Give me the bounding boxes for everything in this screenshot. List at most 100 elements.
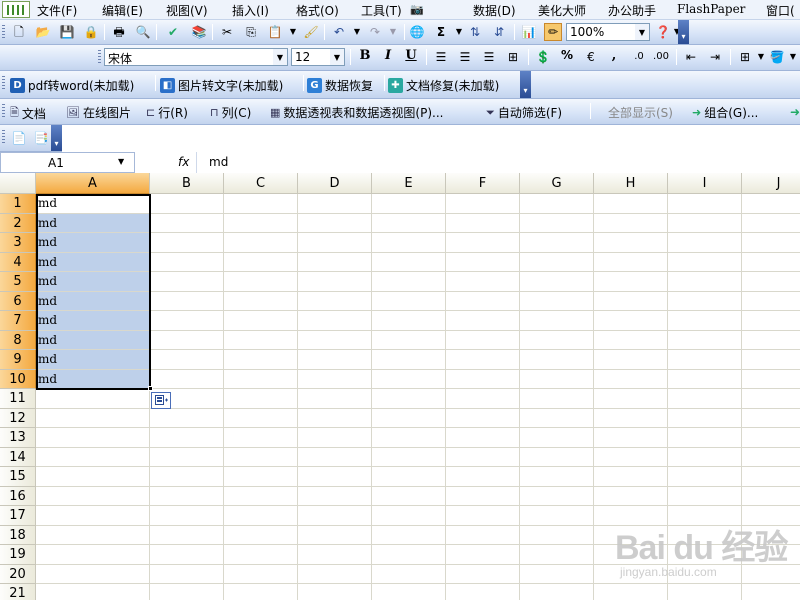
cell-c9[interactable]: [224, 350, 298, 370]
menu-data[interactable]: 数据(D): [473, 2, 516, 19]
toolbar-grip[interactable]: [2, 76, 5, 91]
pdf-settings-icon[interactable]: 📑: [32, 129, 50, 147]
cell-f19[interactable]: [446, 545, 520, 565]
redo-icon[interactable]: ↷: [366, 23, 384, 41]
menu-flashpaper[interactable]: FlashPaper: [677, 2, 745, 16]
row-header[interactable]: 11: [0, 389, 36, 409]
row-header[interactable]: 16: [0, 486, 36, 506]
open-icon[interactable]: 📂: [34, 23, 52, 41]
column-header-e[interactable]: E: [372, 173, 446, 194]
cell-i2[interactable]: [668, 213, 742, 233]
pdf-export-icon[interactable]: 📄: [10, 129, 28, 147]
cell-d7[interactable]: [298, 311, 372, 331]
cell-b5[interactable]: [150, 272, 224, 292]
cell-c6[interactable]: [224, 291, 298, 311]
cell-h10[interactable]: [594, 369, 668, 389]
cell-h2[interactable]: [594, 213, 668, 233]
cell-f20[interactable]: [446, 564, 520, 584]
cell-d1[interactable]: [298, 194, 372, 214]
font-name-combo[interactable]: 宋体 ▼: [104, 48, 288, 66]
cell-h8[interactable]: [594, 330, 668, 350]
cell-g21[interactable]: [520, 584, 594, 600]
cell-i6[interactable]: [668, 291, 742, 311]
cell-j11[interactable]: [742, 389, 800, 409]
cell-c20[interactable]: [224, 564, 298, 584]
cell-e12[interactable]: [372, 408, 446, 428]
cell-f18[interactable]: [446, 525, 520, 545]
cell-i1[interactable]: [668, 194, 742, 214]
row-header[interactable]: 8: [0, 330, 36, 350]
menu-view[interactable]: 视图(V): [166, 2, 208, 19]
cell-b8[interactable]: [150, 330, 224, 350]
row-header[interactable]: 13: [0, 428, 36, 448]
cell-a4[interactable]: md: [36, 252, 150, 272]
cell-h1[interactable]: [594, 194, 668, 214]
cell-f12[interactable]: [446, 408, 520, 428]
cell-h6[interactable]: [594, 291, 668, 311]
cell-a6[interactable]: md: [36, 291, 150, 311]
cell-h4[interactable]: [594, 252, 668, 272]
cell-b20[interactable]: [150, 564, 224, 584]
cell-e11[interactable]: [372, 389, 446, 409]
cell-g8[interactable]: [520, 330, 594, 350]
undo-icon[interactable]: ↶: [330, 23, 348, 41]
cell-i13[interactable]: [668, 428, 742, 448]
menu-file[interactable]: 文件(F): [37, 2, 77, 19]
cell-f4[interactable]: [446, 252, 520, 272]
cell-f21[interactable]: [446, 584, 520, 600]
row-header[interactable]: 18: [0, 525, 36, 545]
merge-center-icon[interactable]: ⊞: [504, 48, 522, 66]
image-to-text-button[interactable]: ◧ 图片转文字(未加载): [160, 75, 283, 95]
cell-f17[interactable]: [446, 506, 520, 526]
cell-c18[interactable]: [224, 525, 298, 545]
row-header[interactable]: 21: [0, 584, 36, 600]
cell-d18[interactable]: [298, 525, 372, 545]
cell-i3[interactable]: [668, 233, 742, 253]
cell-g9[interactable]: [520, 350, 594, 370]
formula-input[interactable]: md: [196, 152, 800, 173]
cell-g1[interactable]: [520, 194, 594, 214]
cell-c1[interactable]: [224, 194, 298, 214]
chevron-down-icon[interactable]: ▼: [273, 49, 287, 65]
row-header[interactable]: 5: [0, 272, 36, 292]
cell-f11[interactable]: [446, 389, 520, 409]
chevron-down-icon[interactable]: ▼: [118, 157, 124, 166]
cell-b1[interactable]: [150, 194, 224, 214]
cell-a19[interactable]: [36, 545, 150, 565]
cell-a15[interactable]: [36, 467, 150, 487]
cell-h15[interactable]: [594, 467, 668, 487]
cell-a13[interactable]: [36, 428, 150, 448]
cell-e18[interactable]: [372, 525, 446, 545]
column-header-c[interactable]: C: [224, 173, 298, 194]
cell-g20[interactable]: [520, 564, 594, 584]
cell-b21[interactable]: [150, 584, 224, 600]
cell-j14[interactable]: [742, 448, 800, 467]
cell-h11[interactable]: [594, 389, 668, 409]
cell-c15[interactable]: [224, 467, 298, 487]
cell-f6[interactable]: [446, 291, 520, 311]
cell-c2[interactable]: [224, 213, 298, 233]
toolbar-grip[interactable]: [2, 130, 5, 145]
decrease-indent-icon[interactable]: ⇤: [682, 48, 700, 66]
row-header[interactable]: 6: [0, 291, 36, 311]
cell-f16[interactable]: [446, 486, 520, 506]
column-header-h[interactable]: H: [594, 173, 668, 194]
cell-j4[interactable]: [742, 253, 800, 272]
chevron-down-icon[interactable]: ▼: [348, 23, 366, 41]
cell-f2[interactable]: [446, 213, 520, 233]
cell-j7[interactable]: [742, 311, 800, 331]
column-header-g[interactable]: G: [520, 173, 594, 194]
cell-a7[interactable]: md: [36, 311, 150, 331]
cell-g3[interactable]: [520, 233, 594, 253]
toolbar-options-icon[interactable]: ▾: [678, 20, 689, 44]
cell-b10[interactable]: [150, 369, 224, 389]
column-header-b[interactable]: B: [150, 173, 224, 194]
cell-g10[interactable]: [520, 369, 594, 389]
save-icon[interactable]: 💾: [58, 23, 76, 41]
cell-g12[interactable]: [520, 408, 594, 428]
row-header[interactable]: 7: [0, 311, 36, 331]
underline-button[interactable]: U: [401, 48, 421, 66]
cell-c10[interactable]: [224, 369, 298, 389]
cell-e10[interactable]: [372, 369, 446, 389]
document-repair-button[interactable]: ✚ 文档修复(未加载): [388, 75, 499, 95]
